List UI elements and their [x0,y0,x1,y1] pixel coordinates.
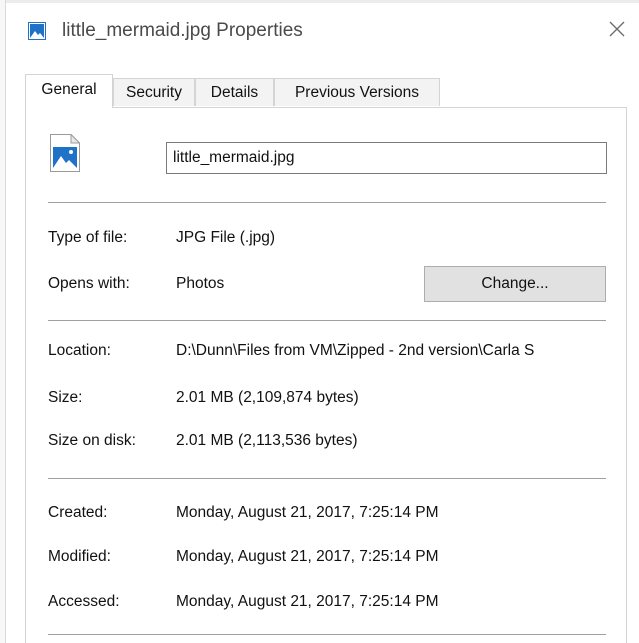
separator [48,202,606,203]
properties-dialog: little_mermaid.jpg Properties General Se… [0,0,639,643]
tab-general[interactable]: General [25,74,113,108]
tab-security[interactable]: Security [113,78,195,106]
separator [48,320,606,321]
size-on-disk-label: Size on disk: [48,432,136,449]
image-file-icon [50,133,81,172]
size-value: 2.01 MB (2,109,874 bytes) [176,389,359,406]
accessed-label: Accessed: [48,593,120,610]
modified-label: Modified: [48,548,111,565]
close-icon [608,20,626,43]
separator [48,634,606,635]
window-title: little_mermaid.jpg Properties [62,20,303,41]
size-label: Size: [48,389,83,406]
opens-with-label: Opens with: [48,275,130,292]
image-file-icon [28,22,46,40]
top-edge [0,0,639,3]
separator [48,478,606,479]
location-value: D:\Dunn\Files from VM\Zipped - 2nd versi… [176,342,535,359]
accessed-value: Monday, August 21, 2017, 7:25:14 PM [176,593,439,610]
opens-with-value: Photos [176,275,225,292]
tab-details[interactable]: Details [195,78,274,106]
type-of-file-value: JPG File (.jpg) [176,229,276,246]
title-bar[interactable]: little_mermaid.jpg Properties [6,4,639,62]
created-value: Monday, August 21, 2017, 7:25:14 PM [176,504,439,521]
tab-previous-versions[interactable]: Previous Versions [274,78,440,106]
location-label: Location: [48,342,111,359]
size-on-disk-value: 2.01 MB (2,113,536 bytes) [176,432,358,449]
type-of-file-label: Type of file: [48,229,128,246]
change-button[interactable]: Change... [424,266,606,302]
left-edge [0,0,6,643]
modified-value: Monday, August 21, 2017, 7:25:14 PM [176,548,439,565]
close-button[interactable] [602,16,632,46]
file-name-input[interactable] [166,142,607,174]
created-label: Created: [48,504,108,521]
